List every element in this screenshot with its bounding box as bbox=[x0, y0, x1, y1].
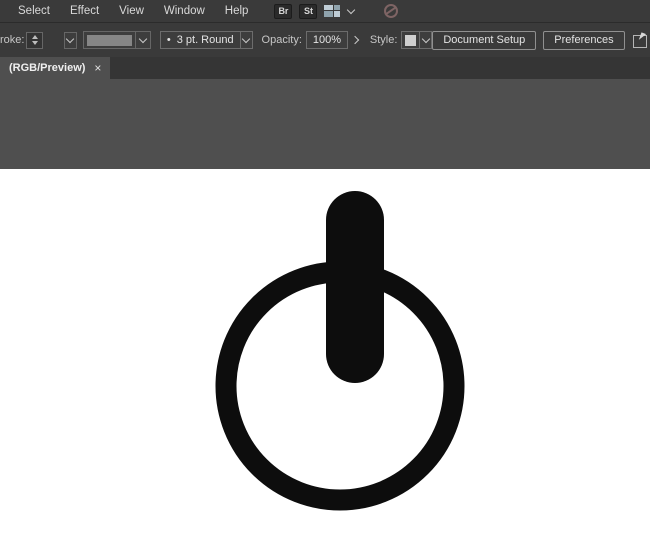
stroke-weight-stepper[interactable] bbox=[26, 32, 43, 49]
style-swatch bbox=[405, 35, 416, 46]
control-bar: roke: • 3 pt. Round Opacity: 100% Style: bbox=[0, 22, 650, 57]
menu-effect[interactable]: Effect bbox=[60, 0, 109, 22]
style-dropdown[interactable] bbox=[401, 31, 420, 49]
menu-select[interactable]: Select bbox=[8, 0, 60, 22]
stepper-down-icon[interactable] bbox=[32, 41, 38, 45]
menu-window[interactable]: Window bbox=[154, 0, 215, 22]
bridge-button[interactable]: Br bbox=[274, 4, 292, 19]
chevron-down-icon bbox=[422, 36, 430, 44]
brush-value: 3 pt. Round bbox=[177, 34, 240, 46]
chevron-down-icon bbox=[66, 36, 74, 44]
opacity-dropdown[interactable]: 100% bbox=[306, 31, 348, 49]
menu-help[interactable]: Help bbox=[215, 0, 259, 22]
gpu-performance-icon[interactable] bbox=[384, 4, 398, 18]
style-label: Style: bbox=[370, 34, 398, 46]
document-tab-bar: (RGB/Preview) × bbox=[0, 57, 650, 79]
brush-bullet: • bbox=[161, 34, 177, 46]
stroke-weight-dropdown[interactable] bbox=[64, 32, 78, 49]
menu-bar: Select Effect View Window Help Br St bbox=[0, 0, 650, 22]
artboard[interactable] bbox=[0, 169, 650, 543]
menu-view[interactable]: View bbox=[109, 0, 154, 22]
stroke-label: roke: bbox=[0, 34, 24, 46]
opacity-value: 100% bbox=[307, 34, 347, 46]
width-profile-chevron[interactable] bbox=[135, 32, 150, 48]
app-bar-icons: Br St bbox=[274, 4, 398, 19]
style-chevron[interactable] bbox=[420, 31, 432, 49]
brush-definition-chevron[interactable] bbox=[241, 31, 253, 49]
stepper-up-icon[interactable] bbox=[32, 35, 38, 39]
illustrator-window: Select Effect View Window Help Br St rok… bbox=[0, 0, 650, 543]
opacity-flyout-icon[interactable] bbox=[352, 36, 358, 44]
document-setup-button[interactable]: Document Setup bbox=[432, 31, 536, 50]
preferences-button[interactable]: Preferences bbox=[543, 31, 624, 50]
document-tab[interactable]: (RGB/Preview) × bbox=[0, 57, 110, 79]
stroke-weight-field[interactable] bbox=[43, 32, 63, 49]
arrange-documents-chevron-icon[interactable] bbox=[347, 7, 355, 15]
power-symbol-bar[interactable] bbox=[326, 191, 384, 383]
power-symbol-artwork[interactable] bbox=[0, 169, 650, 543]
opacity-label: Opacity: bbox=[262, 34, 302, 46]
chevron-down-icon bbox=[242, 36, 250, 44]
pasteboard[interactable] bbox=[0, 79, 650, 169]
artboard-tool-icon[interactable] bbox=[633, 33, 645, 48]
brush-definition-dropdown[interactable]: • 3 pt. Round bbox=[160, 31, 241, 49]
stock-button[interactable]: St bbox=[299, 4, 317, 19]
width-profile-dropdown[interactable] bbox=[83, 31, 151, 49]
arrange-documents-icon[interactable] bbox=[324, 5, 340, 17]
document-tab-title: (RGB/Preview) bbox=[9, 62, 85, 74]
chevron-down-icon bbox=[139, 36, 147, 44]
width-profile-preview bbox=[87, 35, 132, 46]
close-icon[interactable]: × bbox=[94, 62, 101, 74]
